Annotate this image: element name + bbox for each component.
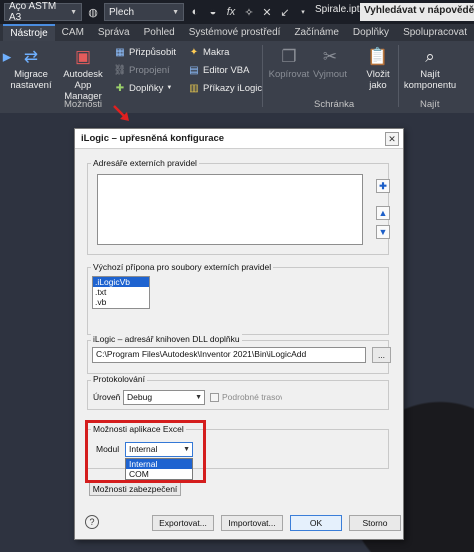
links-button[interactable]: ⛓ Propojení <box>114 62 170 78</box>
help-icon[interactable]: ? <box>85 515 99 529</box>
material-combo[interactable]: Aço ASTM A3 ▼ <box>4 1 82 23</box>
migrate-icon: ⇄ <box>23 46 39 66</box>
ribbon-tabs: Nástroje CAM Správa Pohled Systémové pro… <box>0 24 474 41</box>
list-item[interactable]: .txt <box>93 287 149 297</box>
paste-as-button[interactable]: 📋 Vložit jako <box>360 45 396 92</box>
close-icon[interactable]: ✕ <box>385 132 399 146</box>
macro-icon: ✦ <box>189 46 199 58</box>
ilogic-commands-button[interactable]: ▥ Příkazy iLogic <box>188 80 262 96</box>
app-manager-icon: ▣ <box>74 46 92 66</box>
find-component-button[interactable]: ⌕ Najít komponentu <box>402 45 458 92</box>
appearance-value: Plech <box>109 6 135 18</box>
tab-get-started[interactable]: Začínáme <box>287 24 345 41</box>
copy-button[interactable]: ❐ Kopírovat <box>266 45 312 81</box>
app-manager-button[interactable]: ▣ Autodesk App Manager <box>58 45 108 103</box>
paste-icon: 📋 <box>367 46 389 66</box>
scissors-icon: ✂ <box>322 46 338 66</box>
copy-icon: ❐ <box>281 46 297 66</box>
links-label: Propojení <box>129 64 170 76</box>
tab-view[interactable]: Pohled <box>137 24 182 41</box>
annotation-highlight-box <box>85 420 206 483</box>
tab-tools[interactable]: Nástroje <box>3 24 55 41</box>
quick-access-menu-icon[interactable]: ▾ <box>296 5 310 19</box>
document-title: Spirale.ipt <box>315 4 360 15</box>
ilogic-icon: ▥ <box>189 82 199 94</box>
export-button[interactable]: Exportovat... <box>152 515 214 531</box>
list-item[interactable]: .iLogicVb <box>93 277 149 287</box>
tab-manage[interactable]: Správa <box>91 24 137 41</box>
addins-icon: ✚ <box>115 82 125 94</box>
add-directory-button[interactable]: ✚ <box>376 179 390 193</box>
cancel-button[interactable]: Storno <box>349 515 401 531</box>
app-manager-label: Autodesk App Manager <box>63 69 103 102</box>
dll-path-field[interactable]: C:\Program Files\Autodesk\Inventor 2021\… <box>92 347 366 363</box>
ilogic-commands-label: Příkazy iLogic <box>203 82 263 94</box>
tools-icon[interactable]: ✕ <box>260 5 274 19</box>
appearance-combo[interactable]: Plech ▼ <box>104 3 184 21</box>
group-separator <box>398 45 399 107</box>
tab-environments[interactable]: Systémové prostředí <box>182 24 288 41</box>
group-separator <box>262 45 263 107</box>
cut-label: Vyjmout <box>313 69 347 80</box>
extension-list[interactable]: .iLogicVb .txt .vb <box>92 276 150 309</box>
appearance-clear-icon[interactable]: ◐ <box>188 5 202 19</box>
default-ext-label: Výchozí přípona pro soubory externích pr… <box>91 262 274 272</box>
chevron-down-icon: ▼ <box>70 8 77 16</box>
migrate-settings-label: Migrace nastavení <box>10 69 52 91</box>
arrow-icon[interactable]: ↙ <box>278 5 292 19</box>
import-button[interactable]: Importovat... <box>221 515 283 531</box>
measure-icon[interactable]: ✧ <box>242 5 256 19</box>
paste-as-label: Vložit jako <box>366 69 390 91</box>
color-wheel-icon[interactable]: ◍ <box>86 5 100 19</box>
migrate-settings-button[interactable]: ⇄ Migrace nastavení <box>10 45 52 92</box>
link-icon: ⛓ <box>113 64 127 76</box>
group-label-find: Najít <box>420 99 440 110</box>
adjust-icon[interactable]: ◒ <box>206 5 220 19</box>
ext-rules-dirs-label: Adresáře externích pravidel <box>91 158 199 168</box>
browse-button[interactable]: ... <box>372 347 391 363</box>
customize-label: Přizpůsobit <box>129 46 176 58</box>
level-select[interactable]: Debug ▼ <box>123 390 205 405</box>
help-search-input[interactable]: Vyhledávat v nápovědě <box>360 3 474 21</box>
level-label: Úroveň <box>93 392 121 402</box>
chevron-down-icon: ▼ <box>195 394 202 401</box>
level-value: Debug <box>127 392 153 402</box>
dll-dir-label: iLogic – adresář knihoven DLL doplňku <box>91 334 242 344</box>
addins-button[interactable]: ✚ Doplňky ▼ <box>114 80 172 96</box>
dialog-title: iLogic – upřesněná konfigurace <box>75 129 403 149</box>
customize-icon: ▦ <box>115 46 125 58</box>
customize-button[interactable]: ▦ Přizpůsobit <box>114 44 176 60</box>
logging-label: Protokolování <box>91 374 147 384</box>
detailed-trace-checkbox[interactable] <box>210 393 219 402</box>
group-label-options: Možnosti <box>64 99 103 110</box>
material-value: Aço ASTM A3 <box>9 1 57 23</box>
chevron-down-icon: ▼ <box>172 8 179 16</box>
security-options-button[interactable]: Možnosti zabezpečení <box>89 481 181 496</box>
ok-button[interactable]: OK <box>290 515 342 531</box>
list-item[interactable]: .vb <box>93 297 149 307</box>
addins-label: Doplňky <box>129 82 164 94</box>
fx-icon[interactable]: fx <box>224 5 238 19</box>
move-down-button[interactable]: ▼ <box>376 225 390 239</box>
group-label-clipboard: Schránka <box>314 99 355 110</box>
vba-icon: ▤ <box>189 64 199 76</box>
tab-addins[interactable]: Doplňky <box>346 24 396 41</box>
ext-rules-dirs-list[interactable] <box>97 174 363 245</box>
cut-button[interactable]: ✂ Vyjmout <box>310 45 350 81</box>
ribbon-panel: ▸ ⇄ Migrace nastavení ▣ Autodesk App Man… <box>0 41 474 113</box>
detailed-trace-label: Podrobné trasování <box>222 392 282 402</box>
vba-editor-button[interactable]: ▤ Editor VBA <box>188 62 249 78</box>
tab-collaborate[interactable]: Spolupracovat <box>396 24 474 41</box>
macros-label: Makra <box>203 46 230 58</box>
copy-label: Kopírovat <box>268 69 310 80</box>
tab-cam[interactable]: CAM <box>55 24 91 41</box>
macros-button[interactable]: ✦ Makra <box>188 44 230 60</box>
annotation-arrow-icon <box>113 105 129 121</box>
vba-editor-label: Editor VBA <box>203 64 250 76</box>
move-up-button[interactable]: ▲ <box>376 206 390 220</box>
chevron-down-icon: ▼ <box>166 85 173 91</box>
search-icon: ⌕ <box>425 46 435 66</box>
find-component-label: Najít komponentu <box>403 69 457 91</box>
